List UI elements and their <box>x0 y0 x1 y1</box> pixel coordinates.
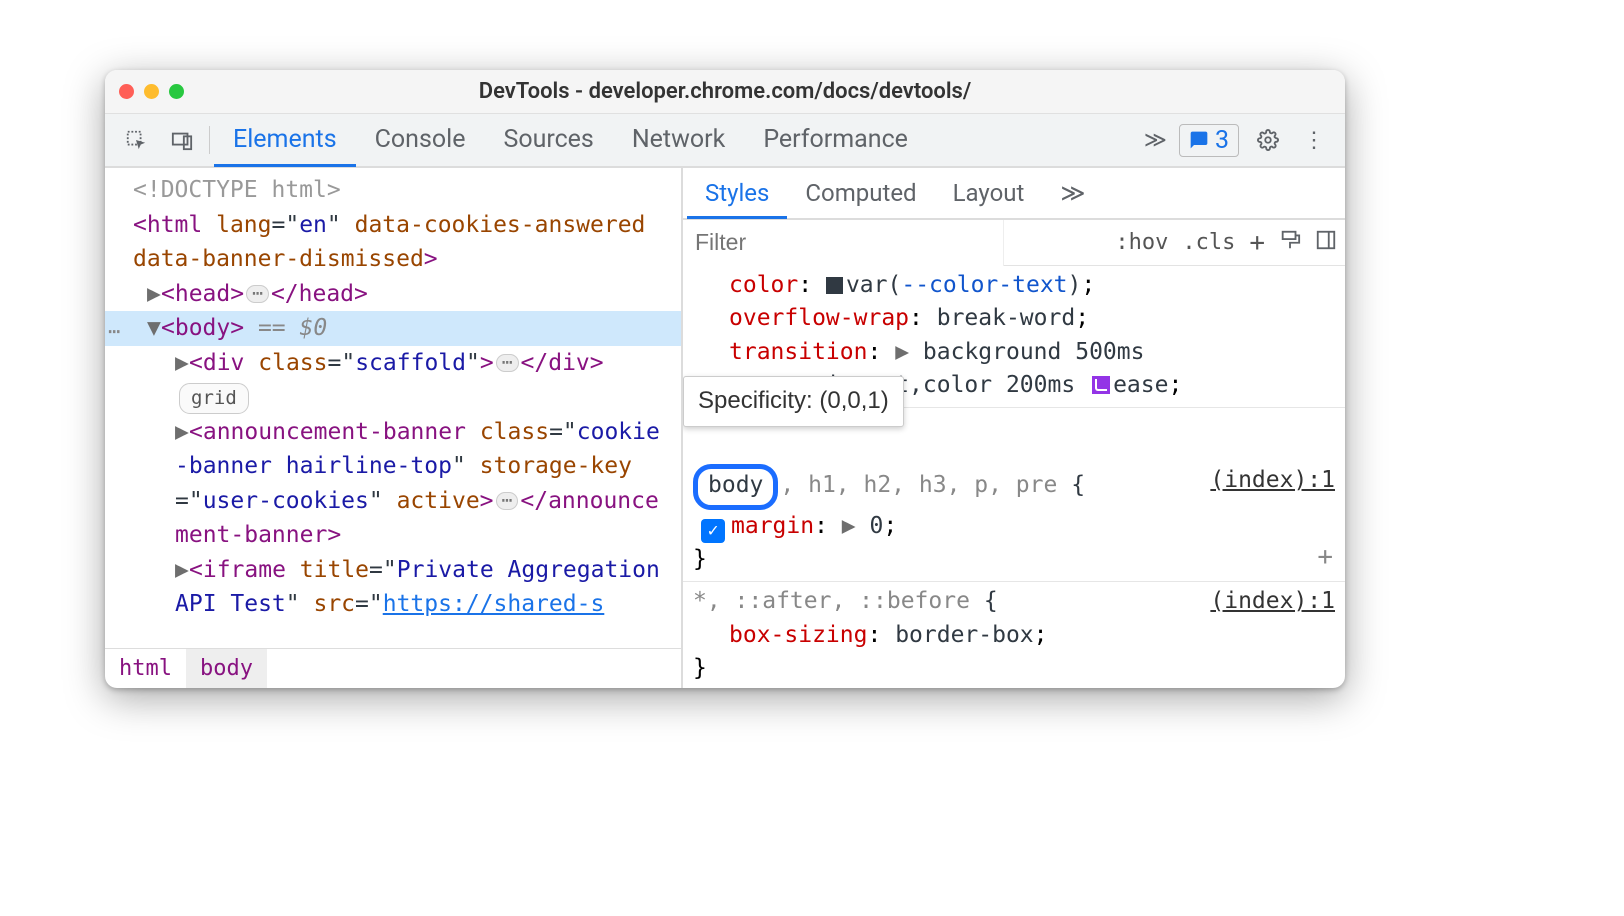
sidetab-computed[interactable]: Computed <box>787 167 934 219</box>
toolbar-end: ≫ 3 ⋮ <box>1144 124 1345 157</box>
dom-announcement-banner[interactable]: ▶<announcement-banner class="cookie-bann… <box>105 415 681 553</box>
rule-source-link[interactable]: (index):1 <box>1210 585 1335 618</box>
issues-icon <box>1189 130 1209 150</box>
rule-brace-close: } <box>693 652 1335 685</box>
dom-tree[interactable]: <!DOCTYPE html> <html lang="en" data-coo… <box>105 168 681 648</box>
dom-scaffold-div[interactable]: ▶<div class="scaffold">⋯</div> <box>105 346 681 381</box>
elements-panel: <!DOCTYPE html> <html lang="en" data-coo… <box>105 168 683 688</box>
more-sidetabs-icon[interactable]: ≫ <box>1042 167 1103 219</box>
styles-panel: Styles Computed Layout ≫ :hov .cls + <box>683 168 1345 688</box>
crumb-body[interactable]: body <box>186 649 267 688</box>
tab-elements[interactable]: Elements <box>214 113 356 167</box>
close-window-button[interactable] <box>119 84 134 99</box>
content: <!DOCTYPE html> <html lang="en" data-coo… <box>105 168 1345 688</box>
issues-badge[interactable]: 3 <box>1179 124 1239 157</box>
prop-transition[interactable]: transition: ▶ background 500ms <box>693 336 1335 369</box>
traffic-lights <box>119 84 184 99</box>
panel-layout-icon[interactable] <box>1315 229 1337 257</box>
dom-html-open[interactable]: <html lang="en" data-cookies-answered da… <box>105 208 681 277</box>
tab-sources[interactable]: Sources <box>484 113 612 167</box>
toolbar-separator <box>209 126 210 154</box>
devtools-window: DevTools - developer.chrome.com/docs/dev… <box>105 70 1345 688</box>
window-title: DevTools - developer.chrome.com/docs/dev… <box>105 79 1345 104</box>
prop-overflow-wrap[interactable]: overflow-wrap: break-word; <box>693 302 1335 335</box>
dom-iframe[interactable]: ▶<iframe title="Private Aggregation API … <box>105 553 681 622</box>
maximize-window-button[interactable] <box>169 84 184 99</box>
hov-toggle[interactable]: :hov <box>1115 230 1168 255</box>
breadcrumbs: html body <box>105 648 681 688</box>
styles-body: color: var(--color-text); overflow-wrap:… <box>683 266 1345 688</box>
main-toolbar: Elements Console Sources Network Perform… <box>105 114 1345 168</box>
settings-icon[interactable] <box>1251 125 1285 155</box>
minimize-window-button[interactable] <box>144 84 159 99</box>
device-toolbar-icon[interactable] <box>165 125 199 155</box>
sidetab-layout[interactable]: Layout <box>935 167 1043 219</box>
tab-network[interactable]: Network <box>613 113 744 167</box>
dom-doctype[interactable]: <!DOCTYPE html> <box>105 173 681 208</box>
inspect-element-icon[interactable] <box>119 125 153 155</box>
more-tabs-icon[interactable]: ≫ <box>1144 128 1167 153</box>
rule-brace-close: } <box>693 543 1335 576</box>
prop-margin[interactable]: ✓margin: ▶ 0; <box>693 510 1335 543</box>
style-rule[interactable]: (index):1 *, ::after, ::before { box-siz… <box>683 582 1345 688</box>
selector-body-highlight: body <box>693 464 778 509</box>
styles-toolbar: :hov .cls + <box>683 220 1345 266</box>
add-prop-icon[interactable]: + <box>1317 539 1333 577</box>
bezier-swatch-icon[interactable] <box>1092 376 1110 394</box>
cls-toggle[interactable]: .cls <box>1182 230 1235 255</box>
styles-filter-input[interactable] <box>683 220 1004 266</box>
style-rule[interactable]: (index):1 body, h1, h2, h3, p, pre { ✓ma… <box>683 408 1345 582</box>
sidetab-styles[interactable]: Styles <box>687 167 787 219</box>
kebab-menu-icon[interactable]: ⋮ <box>1297 125 1331 155</box>
collapse-pill-icon[interactable]: ⋯ <box>246 285 269 303</box>
issues-count: 3 <box>1215 126 1229 155</box>
color-swatch-icon[interactable] <box>826 277 843 294</box>
grid-badge[interactable]: grid <box>179 383 249 414</box>
dom-head[interactable]: ▶<head>⋯</head> <box>105 277 681 312</box>
prop-box-sizing[interactable]: box-sizing: border-box; <box>693 619 1335 652</box>
side-tabs: Styles Computed Layout ≫ <box>683 168 1345 220</box>
paint-icon[interactable] <box>1279 229 1301 257</box>
tab-console[interactable]: Console <box>356 113 485 167</box>
titlebar: DevTools - developer.chrome.com/docs/dev… <box>105 70 1345 114</box>
crumb-html[interactable]: html <box>105 649 186 688</box>
new-rule-icon[interactable]: + <box>1249 228 1265 258</box>
tab-performance[interactable]: Performance <box>744 113 927 167</box>
collapse-pill-icon[interactable]: ⋯ <box>496 492 519 510</box>
prop-checkbox[interactable]: ✓ <box>701 519 725 543</box>
collapse-pill-icon[interactable]: ⋯ <box>496 354 519 372</box>
main-tabs: Elements Console Sources Network Perform… <box>214 113 927 167</box>
prop-color[interactable]: color: var(--color-text); <box>693 269 1335 302</box>
rule-source-link[interactable]: (index):1 <box>1210 464 1335 497</box>
dom-body-selected[interactable]: ▼<body> == $0 <box>105 311 681 346</box>
